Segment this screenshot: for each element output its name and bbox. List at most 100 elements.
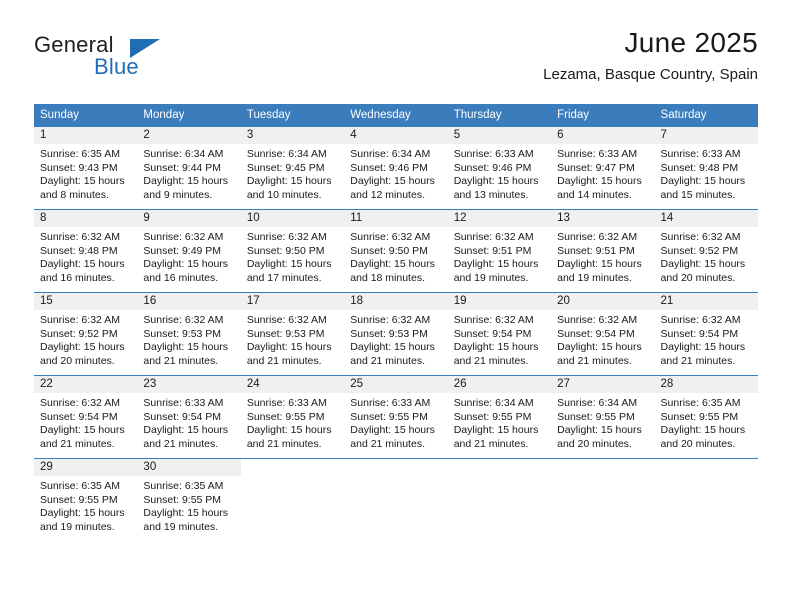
day-details [448, 476, 551, 480]
day-detail-sunrise: Sunrise: 6:32 AM [350, 314, 431, 326]
day-detail-daylight-line2: and 20 minutes. [660, 271, 736, 284]
day-detail-sunrise: Sunrise: 6:35 AM [143, 480, 224, 492]
calendar-day-cell[interactable]: 22 Sunrise: 6:32 AM Sunset: 9:54 PM Dayligh… [34, 375, 138, 459]
calendar-day-cell[interactable]: 28 Sunrise: 6:35 AM Sunset: 9:55 PM Dayligh… [654, 375, 758, 459]
day-details: Sunrise: 6:32 AM Sunset: 9:54 PM Daylight:… [655, 310, 758, 368]
calendar-day-cell[interactable]: 2 Sunrise: 6:34 AM Sunset: 9:44 PM Daylight… [137, 126, 241, 210]
day-detail-sunset: Sunset: 9:47 PM [557, 161, 635, 174]
day-number: 21 [654, 293, 758, 310]
calendar-day-cell[interactable]: 11 Sunrise: 6:32 AM Sunset: 9:50 PM Dayligh… [344, 209, 448, 293]
general-blue-logo[interactable]: General Blue [34, 32, 234, 88]
day-detail-sunset: Sunset: 9:51 PM [453, 244, 532, 257]
day-detail-sunset: Sunset: 9:55 PM [350, 410, 428, 423]
weekday-header-wednesday: Wednesday [344, 104, 448, 127]
calendar-day-cell[interactable]: 19 Sunrise: 6:32 AM Sunset: 9:54 PM Dayligh… [447, 292, 552, 376]
day-detail-daylight-line2: and 13 minutes. [453, 188, 529, 201]
day-details: Sunrise: 6:35 AM Sunset: 9:55 PM Daylight:… [655, 393, 758, 451]
day-detail-sunset: Sunset: 9:45 PM [246, 161, 325, 174]
day-details: Sunrise: 6:32 AM Sunset: 9:52 PM Daylight:… [655, 227, 758, 285]
day-detail-daylight-line1: Daylight: 15 hours [453, 424, 539, 437]
day-details: Sunrise: 6:32 AM Sunset: 9:52 PM Daylight:… [34, 310, 137, 368]
calendar-day-cell[interactable]: 12 Sunrise: 6:32 AM Sunset: 9:51 PM Dayligh… [447, 209, 552, 293]
calendar-day-cell[interactable]: 17 Sunrise: 6:32 AM Sunset: 9:53 PM Dayligh… [240, 292, 345, 376]
calendar-body: 1 Sunrise: 6:35 AM Sunset: 9:43 PM Daylight… [34, 126, 758, 543]
calendar-day-cell[interactable]: 30 Sunrise: 6:35 AM Sunset: 9:55 PM Dayligh… [137, 458, 241, 543]
calendar-day-cell[interactable]: 26 Sunrise: 6:34 AM Sunset: 9:55 PM Dayligh… [447, 375, 552, 459]
day-detail-daylight-line1: Daylight: 15 hours [143, 507, 229, 520]
day-cell-inner: 11 Sunrise: 6:32 AM Sunset: 9:50 PM Dayligh… [344, 210, 448, 292]
calendar-day-cell[interactable]: 24 Sunrise: 6:33 AM Sunset: 9:55 PM Dayligh… [240, 375, 345, 459]
day-detail-sunrise: Sunrise: 6:33 AM [557, 148, 638, 160]
day-detail-sunrise: Sunrise: 6:32 AM [246, 314, 327, 326]
calendar-day-cell[interactable]: 4 Sunrise: 6:34 AM Sunset: 9:46 PM Daylight… [344, 126, 448, 210]
calendar-day-cell[interactable]: 23 Sunrise: 6:33 AM Sunset: 9:54 PM Dayligh… [137, 375, 241, 459]
day-detail-daylight-line1: Daylight: 15 hours [350, 424, 435, 437]
calendar-page: General Blue June 2025 Lezama, Basque Co… [0, 0, 792, 612]
calendar-day-cell[interactable]: 20 Sunrise: 6:32 AM Sunset: 9:54 PM Dayligh… [551, 292, 655, 376]
day-detail-daylight-line2: and 21 minutes. [350, 354, 425, 367]
calendar-day-cell[interactable]: 9 Sunrise: 6:32 AM Sunset: 9:49 PM Daylight… [137, 209, 241, 293]
day-number [241, 459, 344, 476]
calendar-day-cell[interactable]: 29 Sunrise: 6:35 AM Sunset: 9:55 PM Dayligh… [34, 458, 138, 543]
day-detail-daylight-line1: Daylight: 15 hours [40, 258, 125, 271]
day-detail-sunset: Sunset: 9:54 PM [40, 410, 118, 423]
calendar-day-cell[interactable]: 27 Sunrise: 6:34 AM Sunset: 9:55 PM Dayligh… [551, 375, 655, 459]
calendar-day-cell[interactable]: 21 Sunrise: 6:32 AM Sunset: 9:54 PM Dayligh… [654, 292, 758, 376]
day-detail-daylight-line2: and 21 minutes. [246, 437, 322, 450]
calendar-day-cell[interactable]: 13 Sunrise: 6:32 AM Sunset: 9:51 PM Dayligh… [551, 209, 655, 293]
calendar-day-cell[interactable]: 15 Sunrise: 6:32 AM Sunset: 9:52 PM Dayligh… [34, 292, 138, 376]
day-detail-daylight-line1: Daylight: 15 hours [246, 175, 332, 188]
calendar-day-cell[interactable]: 14 Sunrise: 6:32 AM Sunset: 9:52 PM Dayligh… [654, 209, 758, 293]
day-detail-sunset: Sunset: 9:54 PM [453, 327, 532, 340]
day-detail-sunrise: Sunrise: 6:32 AM [246, 231, 327, 243]
calendar-day-cell[interactable]: 5 Sunrise: 6:33 AM Sunset: 9:46 PM Daylight… [447, 126, 552, 210]
day-number: 22 [34, 376, 138, 393]
day-cell-inner: 2 Sunrise: 6:34 AM Sunset: 9:44 PM Daylight… [137, 127, 241, 209]
calendar-day-cell[interactable]: 1 Sunrise: 6:35 AM Sunset: 9:43 PM Daylight… [34, 126, 138, 210]
day-detail-daylight-line1: Daylight: 15 hours [557, 341, 642, 354]
calendar-day-cell[interactable]: 25 Sunrise: 6:33 AM Sunset: 9:55 PM Dayligh… [344, 375, 448, 459]
calendar-day-cell[interactable]: 10 Sunrise: 6:32 AM Sunset: 9:50 PM Dayligh… [240, 209, 345, 293]
day-details: Sunrise: 6:35 AM Sunset: 9:55 PM Daylight:… [34, 476, 137, 534]
day-detail-sunrise: Sunrise: 6:33 AM [660, 148, 741, 160]
day-cell-inner: 17 Sunrise: 6:32 AM Sunset: 9:53 PM Dayligh… [240, 293, 345, 375]
calendar-week-row: 1 Sunrise: 6:35 AM Sunset: 9:43 PM Daylight… [34, 126, 758, 210]
calendar-day-cell[interactable]: 16 Sunrise: 6:32 AM Sunset: 9:53 PM Dayligh… [137, 292, 241, 376]
day-detail-sunset: Sunset: 9:46 PM [350, 161, 428, 174]
day-detail-sunset: Sunset: 9:53 PM [246, 327, 325, 340]
calendar-day-cell[interactable]: 7 Sunrise: 6:33 AM Sunset: 9:48 PM Daylight… [654, 126, 758, 210]
day-detail-daylight-line2: and 20 minutes. [40, 354, 115, 367]
day-detail-daylight-line2: and 19 minutes. [143, 520, 219, 533]
day-number [448, 459, 551, 476]
calendar-day-cell[interactable]: 18 Sunrise: 6:32 AM Sunset: 9:53 PM Dayligh… [344, 292, 448, 376]
calendar-day-cell[interactable]: 3 Sunrise: 6:34 AM Sunset: 9:45 PM Daylight… [240, 126, 345, 210]
calendar-day-cell[interactable]: 8 Sunrise: 6:32 AM Sunset: 9:48 PM Daylight… [34, 209, 138, 293]
day-detail-daylight-line1: Daylight: 15 hours [660, 175, 746, 188]
day-detail-sunset: Sunset: 9:52 PM [40, 327, 118, 340]
calendar-week-row: 29 Sunrise: 6:35 AM Sunset: 9:55 PM Dayligh… [34, 458, 758, 543]
calendar-week-row: 15 Sunrise: 6:32 AM Sunset: 9:52 PM Dayligh… [34, 292, 758, 376]
day-detail-daylight-line2: and 15 minutes. [660, 188, 736, 201]
day-detail-sunrise: Sunrise: 6:32 AM [40, 397, 120, 409]
day-number: 15 [34, 293, 138, 310]
day-detail-daylight-line1: Daylight: 15 hours [40, 175, 125, 188]
day-detail-daylight-line2: and 14 minutes. [557, 188, 632, 201]
day-details: Sunrise: 6:32 AM Sunset: 9:50 PM Daylight:… [344, 227, 447, 285]
weekday-header-saturday: Saturday [654, 104, 758, 127]
day-number: 5 [447, 127, 552, 144]
title-block: June 2025 Lezama, Basque Country, Spain [543, 26, 758, 86]
day-detail-sunrise: Sunrise: 6:32 AM [40, 314, 120, 326]
day-detail-daylight-line1: Daylight: 15 hours [557, 175, 642, 188]
day-detail-sunrise: Sunrise: 6:32 AM [453, 231, 534, 243]
day-cell-inner: 4 Sunrise: 6:34 AM Sunset: 9:46 PM Daylight… [344, 127, 448, 209]
day-details: Sunrise: 6:32 AM Sunset: 9:51 PM Daylight:… [551, 227, 654, 285]
day-detail-daylight-line1: Daylight: 15 hours [557, 258, 642, 271]
day-detail-sunrise: Sunrise: 6:32 AM [557, 231, 638, 243]
day-details: Sunrise: 6:32 AM Sunset: 9:54 PM Daylight:… [34, 393, 137, 451]
day-details: Sunrise: 6:32 AM Sunset: 9:48 PM Daylight:… [34, 227, 137, 285]
calendar-day-cell[interactable]: 6 Sunrise: 6:33 AM Sunset: 9:47 PM Daylight… [551, 126, 655, 210]
calendar-week-row: 22 Sunrise: 6:32 AM Sunset: 9:54 PM Dayligh… [34, 375, 758, 459]
day-details: Sunrise: 6:32 AM Sunset: 9:53 PM Daylight:… [344, 310, 447, 368]
day-cell-inner: 5 Sunrise: 6:33 AM Sunset: 9:46 PM Daylight… [447, 127, 552, 209]
day-detail-daylight-line2: and 18 minutes. [350, 271, 425, 284]
